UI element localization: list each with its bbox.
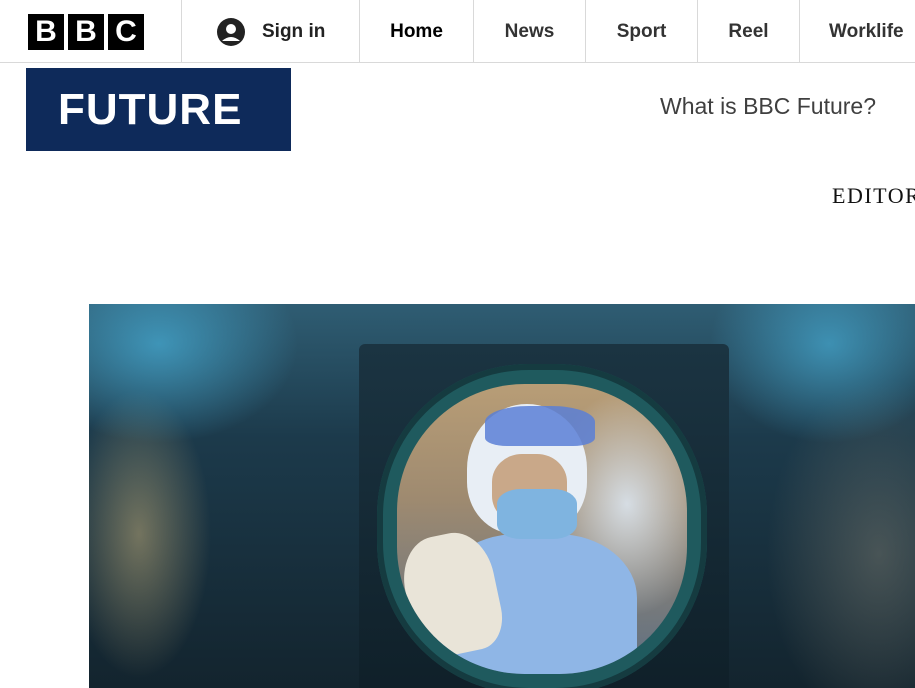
hero-image[interactable] — [89, 304, 915, 688]
editors-pick-heading: EDITOR — [832, 183, 915, 208]
bbc-logo-letter: B — [28, 14, 64, 50]
user-account-icon — [217, 18, 245, 46]
nav-item-worklife[interactable]: Worklife — [800, 0, 915, 63]
nav-item-home[interactable]: Home — [360, 0, 473, 63]
lab-worker-picture — [397, 384, 687, 674]
nav-item-sport[interactable]: Sport — [586, 0, 697, 63]
porthole-window — [377, 364, 707, 688]
bbc-logo-letter: B — [68, 14, 104, 50]
top-navigation: B B C Sign in Home News Sport Reel Workl… — [0, 0, 915, 63]
sign-in-link[interactable]: Sign in — [216, 17, 325, 47]
nav-item-reel[interactable]: Reel — [698, 0, 799, 63]
nav-divider — [181, 0, 182, 63]
bbc-logo-letter: C — [108, 14, 144, 50]
what-is-bbc-future-link[interactable]: What is BBC Future? — [660, 93, 876, 120]
sign-in-label: Sign in — [262, 21, 326, 42]
bbc-future-logo[interactable]: FUTURE — [26, 68, 291, 151]
nav-item-news[interactable]: News — [474, 0, 585, 63]
bbc-logo[interactable]: B B C — [28, 14, 144, 50]
